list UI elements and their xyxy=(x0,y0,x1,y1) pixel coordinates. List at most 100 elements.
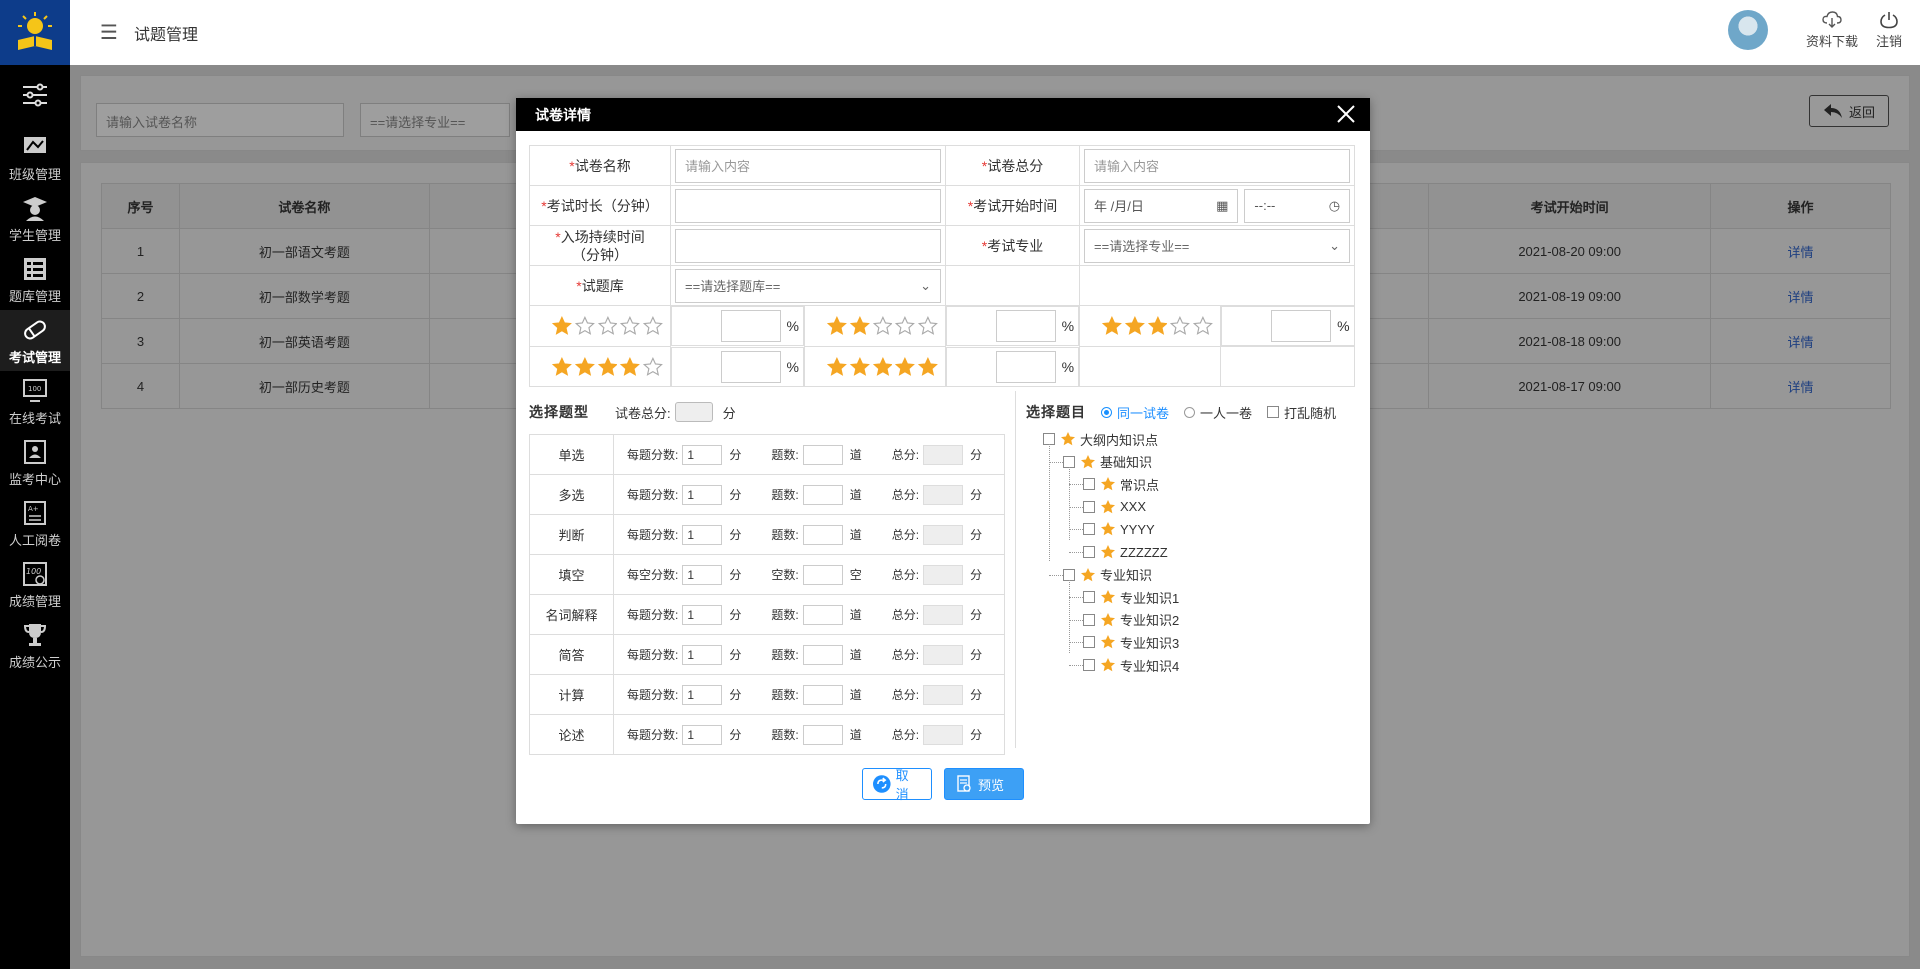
paper-name-input[interactable]: 请输入试卷名称 xyxy=(96,103,344,137)
detail-link[interactable]: 详情 xyxy=(1788,245,1814,260)
sidebar-item-class[interactable]: 班级管理 xyxy=(0,127,70,188)
sidebar-item-score[interactable]: 100 成绩管理 xyxy=(0,554,70,615)
sidebar-settings[interactable] xyxy=(0,65,70,127)
tree-node-label: ZZZZZZ xyxy=(1120,544,1168,560)
per-score-input[interactable]: 1 xyxy=(682,724,723,745)
tree-connector xyxy=(1069,552,1083,553)
count-input[interactable] xyxy=(802,644,843,665)
start-time-field[interactable]: --:-- ◷ xyxy=(1244,188,1351,223)
sidebar-item-exam[interactable]: 考试管理 xyxy=(0,310,70,371)
logo xyxy=(0,0,70,65)
tree-checkbox[interactable] xyxy=(1083,613,1095,626)
count-input[interactable] xyxy=(802,444,843,465)
tree-connector xyxy=(1069,642,1083,644)
detail-link[interactable]: 详情 xyxy=(1788,380,1814,395)
sidebar-item-label: 班级管理 xyxy=(8,166,61,182)
duration-field[interactable] xyxy=(675,188,942,223)
download-label: 资料下载 xyxy=(1805,33,1858,49)
sidebar-item-grading[interactable]: A+ 人工阅卷 xyxy=(0,493,70,554)
sidebar-item-trophy[interactable]: 成绩公示 xyxy=(0,615,70,676)
sidebar-item-student[interactable]: 学生管理 xyxy=(0,188,70,249)
tree-node-root[interactable]: 大纲内知识点 xyxy=(1043,428,1158,450)
major-label: *考试专业 xyxy=(945,225,1081,266)
count-input[interactable] xyxy=(802,724,843,745)
tree-node-leaf[interactable]: 专业知识1 xyxy=(1083,586,1179,608)
count-unit: 道 xyxy=(849,728,862,742)
tree-node-leaf[interactable]: ZZZZZZ xyxy=(1083,541,1168,563)
tree-checkbox[interactable] xyxy=(1083,636,1095,649)
major-select[interactable]: ==请选择专业== xyxy=(360,103,510,137)
question-type-row: 简答 每题分数: 1 分 题数: 道 总分: 分 xyxy=(529,634,1005,675)
per-score-input[interactable]: 1 xyxy=(682,444,723,465)
count-input[interactable] xyxy=(802,604,843,625)
tree-checkbox[interactable] xyxy=(1083,523,1095,536)
tree-connector xyxy=(1069,484,1083,486)
preview-button[interactable]: 预览 xyxy=(944,768,1024,800)
tree-node-leaf[interactable]: 专业知识3 xyxy=(1083,631,1179,653)
back-button[interactable]: 返回 xyxy=(1809,95,1889,127)
tree-checkbox[interactable] xyxy=(1083,500,1095,513)
per-score-input[interactable]: 1 xyxy=(682,484,723,505)
menu-toggle-icon[interactable]: ☰ xyxy=(100,20,118,45)
percent-input-3[interactable] xyxy=(1271,310,1332,342)
paper-name-field[interactable]: 请输入内容 xyxy=(675,148,942,183)
radio-each-paper[interactable] xyxy=(1184,406,1196,418)
count-label: 题数: xyxy=(771,448,799,462)
major-select[interactable]: ==请选择专业== ⌄ xyxy=(1084,228,1351,263)
sidebar: 班级管理 学生管理 题库管理 考试管理 100 在线考试 监考中心 A+ 人工阅… xyxy=(0,0,70,969)
tree-checkbox[interactable] xyxy=(1083,478,1095,491)
tree-checkbox[interactable] xyxy=(1083,591,1095,604)
count-input[interactable] xyxy=(802,484,843,505)
sum-label: 总分: xyxy=(891,528,920,542)
per-score-input[interactable]: 1 xyxy=(682,644,723,665)
download-button[interactable]: 资料下载 xyxy=(1805,10,1858,50)
star-empty-icon xyxy=(643,315,663,335)
count-input[interactable] xyxy=(802,684,843,705)
tree-node-leaf[interactable]: YYYY xyxy=(1083,518,1155,540)
bank-select[interactable]: ==请选择题库== ⌄ xyxy=(675,268,942,303)
count-unit: 道 xyxy=(849,688,862,702)
question-type-row: 填空 每空分数: 1 分 空数: 空 总分: 分 xyxy=(529,554,1005,595)
percent-input-1[interactable] xyxy=(720,310,781,342)
per-score-label: 每题分数: xyxy=(627,528,679,542)
type-name: 名词解释 xyxy=(529,594,614,635)
close-icon[interactable] xyxy=(1334,102,1358,126)
radio-same-paper[interactable] xyxy=(1101,406,1112,418)
percent-input-4[interactable] xyxy=(720,350,781,383)
topics-section: 选择题目 同一试卷 一人一卷 打乱随机 大纲内知识点 基础知识 常识点 XXX YYYY… xyxy=(1026,398,1366,688)
shuffle-checkbox[interactable] xyxy=(1267,406,1280,418)
tree-node-leaf[interactable]: XXX xyxy=(1083,496,1146,518)
tree-node-leaf[interactable]: 常识点 xyxy=(1083,473,1159,495)
star-filled-icon xyxy=(1081,567,1095,581)
count-input[interactable] xyxy=(802,564,843,585)
detail-link[interactable]: 详情 xyxy=(1788,335,1814,350)
clock-icon: ◷ xyxy=(1328,197,1341,213)
sidebar-item-online-exam[interactable]: 100 在线考试 xyxy=(0,371,70,432)
sidebar-item-proctor[interactable]: 监考中心 xyxy=(0,432,70,493)
detail-link[interactable]: 详情 xyxy=(1788,290,1814,305)
opt-each-label: 一人一卷 xyxy=(1200,405,1253,421)
tree-node-basic[interactable]: 基础知识 xyxy=(1063,451,1152,473)
per-score-input[interactable]: 1 xyxy=(682,604,723,625)
total-score-field[interactable]: 请输入内容 xyxy=(1084,148,1351,183)
cancel-button[interactable]: 取消 xyxy=(862,768,932,802)
per-score-input[interactable]: 1 xyxy=(682,684,723,705)
count-input[interactable] xyxy=(802,524,843,545)
avatar[interactable] xyxy=(1727,10,1768,50)
count-label: 题数: xyxy=(771,528,799,542)
percent-input-2[interactable] xyxy=(995,310,1056,342)
entry-duration-field[interactable] xyxy=(675,228,942,263)
start-date-field[interactable]: 年 /月/日 ▦ xyxy=(1084,188,1239,223)
tree-checkbox[interactable] xyxy=(1083,546,1095,558)
per-score-input[interactable]: 1 xyxy=(682,524,723,545)
type-name: 论述 xyxy=(529,714,614,755)
per-score-input[interactable]: 1 xyxy=(682,564,723,585)
tree-checkbox[interactable] xyxy=(1083,659,1095,671)
tree-node-leaf[interactable]: 专业知识4 xyxy=(1083,654,1179,676)
logout-button[interactable]: 注销 xyxy=(1876,11,1902,50)
sidebar-item-question-bank[interactable]: 题库管理 xyxy=(0,249,70,310)
tree-node-major[interactable]: 专业知识 xyxy=(1063,564,1152,586)
modal-title: 试卷详情 xyxy=(535,106,591,123)
tree-node-leaf[interactable]: 专业知识2 xyxy=(1083,609,1179,631)
percent-input-5[interactable] xyxy=(995,350,1056,383)
